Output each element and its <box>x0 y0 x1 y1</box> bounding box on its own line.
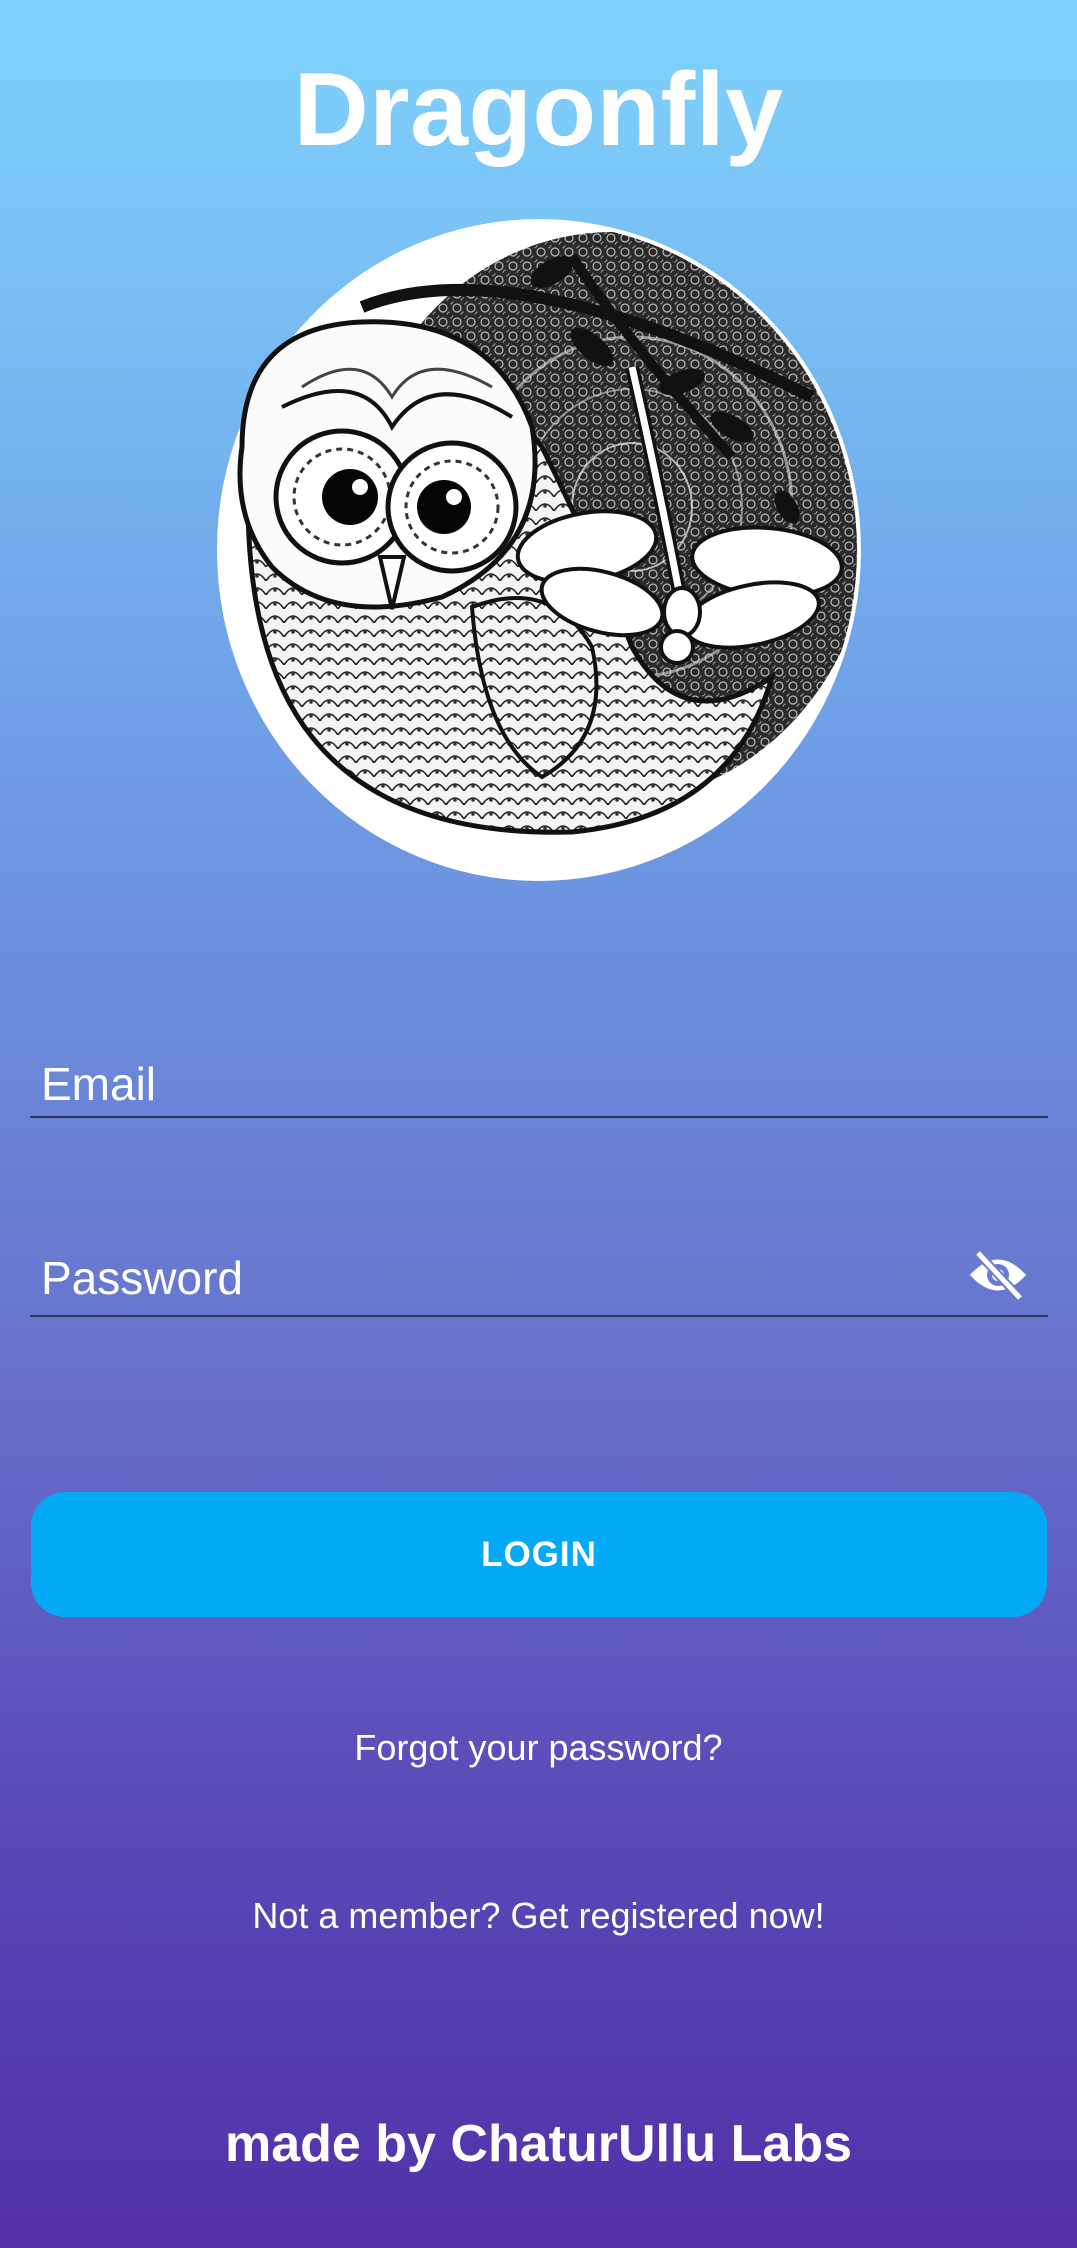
login-button[interactable]: LOGIN <box>31 1492 1047 1617</box>
email-input[interactable] <box>30 1050 1048 1118</box>
forgot-password-link[interactable]: Forgot your password? <box>0 1725 1077 1771</box>
eye-off-icon[interactable] <box>968 1248 1028 1302</box>
app-title: Dragonfly <box>293 52 784 168</box>
email-field <box>30 1050 1048 1118</box>
password-underline <box>30 1315 1048 1317</box>
owl-dragonfly-logo <box>212 217 866 884</box>
footer-credit: made by ChaturUllu Labs <box>225 2115 852 2173</box>
email-underline <box>30 1116 1048 1118</box>
password-field <box>30 1238 1048 1317</box>
password-input[interactable] <box>30 1238 1048 1317</box>
register-link[interactable]: Not a member? Get registered now! <box>0 1893 1077 1939</box>
login-screen: Dragonfly Email LOGIN Forgot your passwo… <box>0 0 1077 2248</box>
